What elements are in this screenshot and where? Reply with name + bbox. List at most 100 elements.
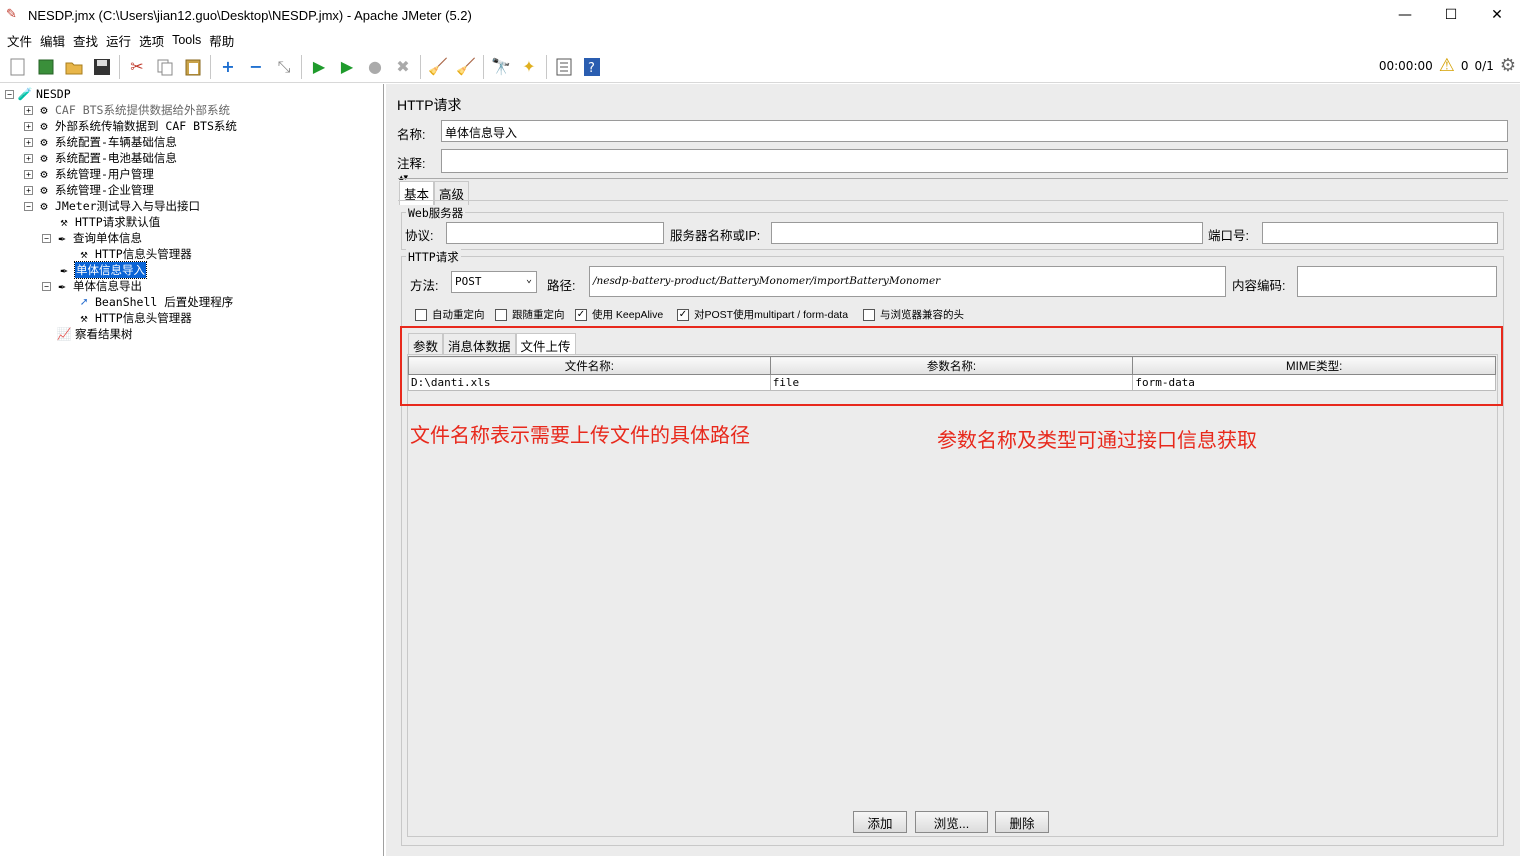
test-plan-icon: 🧪 — [17, 87, 33, 101]
paste-icon[interactable] — [182, 56, 204, 78]
menu-options[interactable]: 选项 — [135, 31, 168, 50]
new-icon[interactable] — [7, 56, 29, 78]
stop-icon[interactable]: ● — [364, 56, 386, 78]
toolbar-separator — [119, 54, 120, 79]
http-request-panel: HTTP请求 名称: 单体信息导入 注释: ▴▾ 基本 高级 Web服务器 协议… — [386, 84, 1520, 856]
protocol-label: 协议: — [405, 229, 434, 243]
thread-group-gear-icon: ⚙ — [40, 167, 48, 181]
menu-search[interactable]: 查找 — [69, 31, 102, 50]
tree-node[interactable]: ⚒ HTTP请求默认值 — [56, 214, 160, 230]
toolbar-separator — [483, 54, 484, 79]
tree-node[interactable]: − ✒ 单体信息导出 — [42, 278, 142, 294]
add-button[interactable]: 添加 — [853, 811, 907, 833]
port-field[interactable] — [1262, 222, 1498, 244]
thread-group-gear-icon: ⚙ — [40, 119, 48, 133]
expand-toggle-icon[interactable]: + — [24, 121, 33, 131]
annotation-param-type: 参数名称及类型可通过接口信息获取 — [937, 428, 1257, 452]
clear-icon[interactable]: 🧹 — [427, 56, 449, 78]
tree-node[interactable]: + ⚙ 系统配置-电池基础信息 — [24, 150, 177, 166]
path-field[interactable]: /nesdp-battery-product/BatteryMonomer/im… — [589, 266, 1226, 297]
auto-redirect-checkbox[interactable]: 自动重定向 — [415, 307, 485, 322]
search-icon[interactable]: 🔭 — [490, 56, 512, 78]
tree-node[interactable]: + ⚙ 系统管理-企业管理 — [24, 182, 154, 198]
checkbox-box[interactable] — [415, 308, 427, 321]
tree-node[interactable]: ⚒ HTTP信息头管理器 — [76, 246, 191, 262]
tree-node[interactable]: ➚ BeanShell 后置处理程序 — [76, 294, 233, 310]
toolbar-separator — [546, 54, 547, 79]
expand-toggle-icon[interactable]: + — [24, 153, 33, 163]
checkbox-box[interactable] — [863, 308, 875, 321]
collapse-toggle-icon[interactable]: − — [5, 89, 14, 99]
maximize-button[interactable]: ☐ — [1428, 0, 1474, 30]
checkmark-icon[interactable]: ✓ — [575, 308, 587, 321]
tree-node-selected[interactable]: ✒ 单体信息导入 — [56, 261, 147, 279]
encoding-field[interactable] — [1297, 266, 1497, 297]
tab-advanced[interactable]: 高级 — [434, 181, 470, 205]
tree-node[interactable]: − ⚙ JMeter测试导入与导出接口 — [24, 198, 200, 214]
expand-toggle-icon[interactable]: + — [24, 185, 33, 195]
tree-node[interactable]: − ✒ 查询单体信息 — [42, 230, 142, 246]
name-field[interactable]: 单体信息导入 — [441, 120, 1508, 142]
checkbox-box[interactable] — [495, 308, 507, 321]
expand-toggle-icon[interactable]: + — [24, 137, 33, 147]
minimize-button[interactable]: — — [1382, 0, 1428, 30]
path-label: 路径: — [547, 279, 576, 293]
tree-node[interactable]: + ⚙ 外部系统传输数据到 CAF BTS系统 — [24, 118, 237, 134]
highlight-box — [400, 326, 1503, 406]
follow-redirect-checkbox[interactable]: 跟随重定向 — [495, 307, 565, 322]
shutdown-icon[interactable]: ✖ — [392, 56, 414, 78]
sampler-pipette-icon: ✒ — [60, 263, 68, 277]
menu-tools[interactable]: Tools — [168, 33, 205, 47]
comment-field[interactable] — [441, 149, 1508, 173]
collapse-toggle-icon[interactable]: − — [24, 201, 33, 211]
close-button[interactable]: ✕ — [1474, 0, 1520, 30]
reset-search-icon[interactable]: ✦ — [518, 56, 540, 78]
templates-icon[interactable] — [35, 56, 57, 78]
keepalive-checkbox[interactable]: ✓ 使用 KeepAlive — [575, 307, 663, 322]
start-no-pauses-icon[interactable]: ▶ — [336, 56, 358, 78]
open-icon[interactable] — [63, 56, 85, 78]
tree-node[interactable]: + ⚙ 系统配置-车辆基础信息 — [24, 134, 177, 150]
expand-icon[interactable]: + — [217, 56, 239, 78]
encoding-label: 内容编码: — [1232, 279, 1286, 293]
jmeter-feather-icon: ✎ — [6, 7, 17, 22]
cut-icon[interactable]: ✂ — [126, 56, 148, 78]
help-icon[interactable]: ? — [581, 56, 603, 78]
browse-button[interactable]: 浏览... — [915, 811, 988, 833]
warning-icon[interactable]: ⚠ — [1439, 55, 1455, 76]
tree-node[interactable]: 📈 察看结果树 — [56, 326, 133, 342]
collapse-icon[interactable]: − — [245, 56, 267, 78]
thread-group-gear-icon: ⚙ — [40, 103, 48, 117]
server-field[interactable] — [771, 222, 1203, 244]
menu-file[interactable]: 文件 — [3, 31, 36, 50]
collapse-toggle-icon[interactable]: − — [42, 233, 51, 243]
expand-toggle-icon[interactable]: + — [24, 169, 33, 179]
server-label: 服务器名称或IP: — [670, 229, 761, 243]
expand-toggle-icon[interactable]: + — [24, 105, 33, 115]
menu-run[interactable]: 运行 — [102, 31, 135, 50]
menu-edit[interactable]: 编辑 — [36, 31, 69, 50]
collapse-toggle-icon[interactable]: − — [42, 281, 51, 291]
method-label: 方法: — [410, 279, 439, 293]
tree-node[interactable]: ⚒ HTTP信息头管理器 — [76, 310, 191, 326]
browser-headers-checkbox[interactable]: 与浏览器兼容的头 — [863, 307, 964, 322]
clear-all-icon[interactable]: 🧹 — [455, 56, 477, 78]
function-helper-icon[interactable] — [553, 56, 575, 78]
delete-button[interactable]: 删除 — [995, 811, 1049, 833]
copy-icon[interactable] — [154, 56, 176, 78]
tree-node[interactable]: + ⚙ CAF BTS系统提供数据给外部系统 — [24, 102, 230, 118]
checkmark-icon[interactable]: ✓ — [677, 308, 689, 321]
tree-node[interactable]: + ⚙ 系统管理-用户管理 — [24, 166, 154, 182]
start-icon[interactable]: ▶ — [308, 56, 330, 78]
method-select[interactable]: POST ⌄ — [451, 271, 537, 293]
menu-bar: 文件 编辑 查找 运行 选项 Tools 帮助 — [0, 30, 1520, 50]
multipart-checkbox[interactable]: ✓ 对POST使用multipart / form-data — [677, 307, 848, 322]
elapsed-time: 00:00:00 — [1378, 58, 1433, 73]
save-icon[interactable] — [91, 56, 113, 78]
tree-node-root[interactable]: − 🧪 NESDP — [5, 86, 71, 102]
toggle-icon[interactable]: ⤡ — [273, 56, 295, 78]
test-plan-tree: − 🧪 NESDP + ⚙ CAF BTS系统提供数据给外部系统 + ⚙ 外部系… — [0, 84, 384, 856]
menu-help[interactable]: 帮助 — [205, 31, 238, 50]
tab-basic[interactable]: 基本 — [399, 181, 435, 205]
protocol-field[interactable] — [446, 222, 664, 244]
